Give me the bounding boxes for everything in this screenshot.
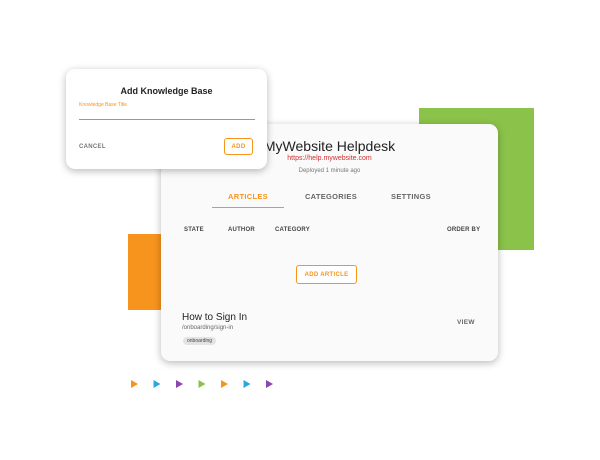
play-arrow-icon (221, 380, 228, 388)
play-arrow-icon (176, 380, 183, 388)
view-article-button[interactable]: VIEW (457, 319, 475, 326)
article-path: /onboarding/sign-in (182, 325, 234, 331)
tab-categories[interactable]: CATEGORIES (296, 192, 366, 201)
tab-articles[interactable]: ARTICLES (212, 192, 284, 208)
add-button[interactable]: ADD (224, 138, 253, 155)
add-article-button[interactable]: ADD ARTICLE (296, 265, 357, 284)
play-arrow-icon (243, 380, 251, 388)
article-title[interactable]: How to Sign In (182, 312, 247, 323)
decorative-arrow-row (131, 380, 273, 388)
article-tag: onboarding (183, 337, 217, 345)
play-arrow-icon (266, 380, 273, 388)
filter-category[interactable]: CATEGORY (275, 227, 310, 233)
tab-settings[interactable]: SETTINGS (378, 192, 444, 201)
filter-state[interactable]: STATE (184, 227, 204, 233)
kb-title-label: Knowledge Base Title (79, 102, 128, 108)
add-knowledge-base-dialog: Add Knowledge Base Knowledge Base Title … (66, 69, 267, 169)
dialog-title: Add Knowledge Base (120, 86, 213, 96)
kb-title-input[interactable] (79, 109, 255, 120)
filter-author[interactable]: AUTHOR (228, 227, 255, 233)
play-arrow-icon (131, 380, 138, 388)
play-arrow-icon (153, 380, 161, 388)
order-by[interactable]: ORDER BY (447, 227, 480, 233)
play-arrow-icon (198, 380, 206, 388)
cancel-button[interactable]: CANCEL (79, 144, 106, 150)
